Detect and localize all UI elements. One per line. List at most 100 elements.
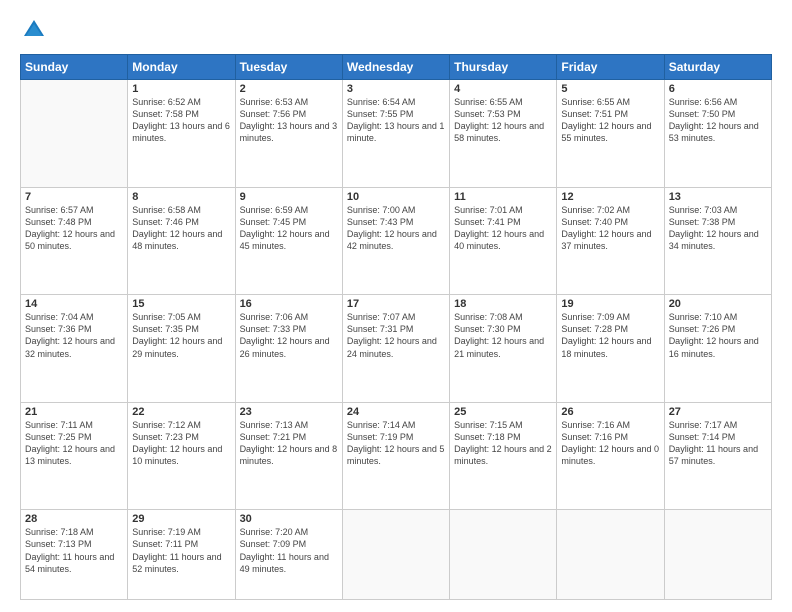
calendar-header-row: SundayMondayTuesdayWednesdayThursdayFrid…: [21, 55, 772, 80]
day-number: 23: [240, 406, 338, 418]
day-number: 27: [669, 406, 767, 418]
day-number: 22: [132, 406, 230, 418]
day-info: Sunrise: 7:15 AMSunset: 7:18 PMDaylight:…: [454, 419, 552, 468]
calendar-cell: 7Sunrise: 6:57 AMSunset: 7:48 PMDaylight…: [21, 187, 128, 295]
calendar-cell: 5Sunrise: 6:55 AMSunset: 7:51 PMDaylight…: [557, 80, 664, 188]
day-info: Sunrise: 7:10 AMSunset: 7:26 PMDaylight:…: [669, 311, 767, 360]
day-number: 16: [240, 298, 338, 310]
calendar-cell: 4Sunrise: 6:55 AMSunset: 7:53 PMDaylight…: [450, 80, 557, 188]
calendar-cell: 29Sunrise: 7:19 AMSunset: 7:11 PMDayligh…: [128, 510, 235, 600]
day-number: 29: [132, 513, 230, 525]
day-info: Sunrise: 7:18 AMSunset: 7:13 PMDaylight:…: [25, 526, 123, 575]
calendar-cell: 2Sunrise: 6:53 AMSunset: 7:56 PMDaylight…: [235, 80, 342, 188]
day-info: Sunrise: 6:53 AMSunset: 7:56 PMDaylight:…: [240, 96, 338, 145]
day-info: Sunrise: 6:59 AMSunset: 7:45 PMDaylight:…: [240, 204, 338, 253]
calendar-cell: 14Sunrise: 7:04 AMSunset: 7:36 PMDayligh…: [21, 295, 128, 403]
day-info: Sunrise: 7:03 AMSunset: 7:38 PMDaylight:…: [669, 204, 767, 253]
page: SundayMondayTuesdayWednesdayThursdayFrid…: [0, 0, 792, 612]
day-info: Sunrise: 7:01 AMSunset: 7:41 PMDaylight:…: [454, 204, 552, 253]
day-info: Sunrise: 6:58 AMSunset: 7:46 PMDaylight:…: [132, 204, 230, 253]
calendar-cell: 22Sunrise: 7:12 AMSunset: 7:23 PMDayligh…: [128, 402, 235, 510]
day-info: Sunrise: 7:20 AMSunset: 7:09 PMDaylight:…: [240, 526, 338, 575]
day-info: Sunrise: 7:06 AMSunset: 7:33 PMDaylight:…: [240, 311, 338, 360]
day-info: Sunrise: 7:12 AMSunset: 7:23 PMDaylight:…: [132, 419, 230, 468]
day-info: Sunrise: 6:55 AMSunset: 7:53 PMDaylight:…: [454, 96, 552, 145]
calendar-header-tuesday: Tuesday: [235, 55, 342, 80]
day-info: Sunrise: 7:04 AMSunset: 7:36 PMDaylight:…: [25, 311, 123, 360]
day-number: 20: [669, 298, 767, 310]
calendar-table: SundayMondayTuesdayWednesdayThursdayFrid…: [20, 54, 772, 600]
day-number: 30: [240, 513, 338, 525]
day-info: Sunrise: 6:54 AMSunset: 7:55 PMDaylight:…: [347, 96, 445, 145]
day-info: Sunrise: 7:00 AMSunset: 7:43 PMDaylight:…: [347, 204, 445, 253]
calendar-header-wednesday: Wednesday: [342, 55, 449, 80]
day-number: 18: [454, 298, 552, 310]
day-info: Sunrise: 7:09 AMSunset: 7:28 PMDaylight:…: [561, 311, 659, 360]
header: [20, 16, 772, 44]
day-info: Sunrise: 7:07 AMSunset: 7:31 PMDaylight:…: [347, 311, 445, 360]
day-number: 13: [669, 191, 767, 203]
day-number: 17: [347, 298, 445, 310]
calendar-cell: 18Sunrise: 7:08 AMSunset: 7:30 PMDayligh…: [450, 295, 557, 403]
calendar-cell: [664, 510, 771, 600]
day-number: 10: [347, 191, 445, 203]
day-info: Sunrise: 7:05 AMSunset: 7:35 PMDaylight:…: [132, 311, 230, 360]
calendar-week-row: 21Sunrise: 7:11 AMSunset: 7:25 PMDayligh…: [21, 402, 772, 510]
day-info: Sunrise: 7:19 AMSunset: 7:11 PMDaylight:…: [132, 526, 230, 575]
day-info: Sunrise: 7:02 AMSunset: 7:40 PMDaylight:…: [561, 204, 659, 253]
calendar-header-monday: Monday: [128, 55, 235, 80]
day-info: Sunrise: 7:17 AMSunset: 7:14 PMDaylight:…: [669, 419, 767, 468]
day-info: Sunrise: 7:13 AMSunset: 7:21 PMDaylight:…: [240, 419, 338, 468]
calendar-cell: 13Sunrise: 7:03 AMSunset: 7:38 PMDayligh…: [664, 187, 771, 295]
calendar-header-friday: Friday: [557, 55, 664, 80]
calendar-cell: 19Sunrise: 7:09 AMSunset: 7:28 PMDayligh…: [557, 295, 664, 403]
day-number: 2: [240, 83, 338, 95]
day-number: 25: [454, 406, 552, 418]
calendar-cell: 1Sunrise: 6:52 AMSunset: 7:58 PMDaylight…: [128, 80, 235, 188]
day-number: 5: [561, 83, 659, 95]
calendar-header-sunday: Sunday: [21, 55, 128, 80]
calendar-cell: 15Sunrise: 7:05 AMSunset: 7:35 PMDayligh…: [128, 295, 235, 403]
calendar-cell: 6Sunrise: 6:56 AMSunset: 7:50 PMDaylight…: [664, 80, 771, 188]
calendar-cell: 17Sunrise: 7:07 AMSunset: 7:31 PMDayligh…: [342, 295, 449, 403]
calendar-cell: 8Sunrise: 6:58 AMSunset: 7:46 PMDaylight…: [128, 187, 235, 295]
day-info: Sunrise: 6:56 AMSunset: 7:50 PMDaylight:…: [669, 96, 767, 145]
calendar-header-saturday: Saturday: [664, 55, 771, 80]
calendar-cell: 12Sunrise: 7:02 AMSunset: 7:40 PMDayligh…: [557, 187, 664, 295]
calendar-header-thursday: Thursday: [450, 55, 557, 80]
calendar-cell: 27Sunrise: 7:17 AMSunset: 7:14 PMDayligh…: [664, 402, 771, 510]
day-info: Sunrise: 6:55 AMSunset: 7:51 PMDaylight:…: [561, 96, 659, 145]
calendar-cell: [342, 510, 449, 600]
calendar-week-row: 14Sunrise: 7:04 AMSunset: 7:36 PMDayligh…: [21, 295, 772, 403]
calendar-cell: 23Sunrise: 7:13 AMSunset: 7:21 PMDayligh…: [235, 402, 342, 510]
calendar-cell: 21Sunrise: 7:11 AMSunset: 7:25 PMDayligh…: [21, 402, 128, 510]
calendar-week-row: 1Sunrise: 6:52 AMSunset: 7:58 PMDaylight…: [21, 80, 772, 188]
day-number: 7: [25, 191, 123, 203]
day-info: Sunrise: 7:08 AMSunset: 7:30 PMDaylight:…: [454, 311, 552, 360]
day-number: 19: [561, 298, 659, 310]
day-number: 4: [454, 83, 552, 95]
day-number: 12: [561, 191, 659, 203]
day-number: 3: [347, 83, 445, 95]
calendar-week-row: 28Sunrise: 7:18 AMSunset: 7:13 PMDayligh…: [21, 510, 772, 600]
calendar-cell: 11Sunrise: 7:01 AMSunset: 7:41 PMDayligh…: [450, 187, 557, 295]
day-info: Sunrise: 7:16 AMSunset: 7:16 PMDaylight:…: [561, 419, 659, 468]
day-info: Sunrise: 7:14 AMSunset: 7:19 PMDaylight:…: [347, 419, 445, 468]
day-number: 1: [132, 83, 230, 95]
calendar-cell: 16Sunrise: 7:06 AMSunset: 7:33 PMDayligh…: [235, 295, 342, 403]
day-number: 8: [132, 191, 230, 203]
calendar-cell: 26Sunrise: 7:16 AMSunset: 7:16 PMDayligh…: [557, 402, 664, 510]
calendar-cell: 28Sunrise: 7:18 AMSunset: 7:13 PMDayligh…: [21, 510, 128, 600]
calendar-cell: 20Sunrise: 7:10 AMSunset: 7:26 PMDayligh…: [664, 295, 771, 403]
calendar-week-row: 7Sunrise: 6:57 AMSunset: 7:48 PMDaylight…: [21, 187, 772, 295]
day-number: 26: [561, 406, 659, 418]
day-number: 6: [669, 83, 767, 95]
calendar-cell: 25Sunrise: 7:15 AMSunset: 7:18 PMDayligh…: [450, 402, 557, 510]
calendar-cell: 10Sunrise: 7:00 AMSunset: 7:43 PMDayligh…: [342, 187, 449, 295]
day-number: 15: [132, 298, 230, 310]
calendar-cell: 9Sunrise: 6:59 AMSunset: 7:45 PMDaylight…: [235, 187, 342, 295]
day-number: 14: [25, 298, 123, 310]
logo-icon: [20, 16, 48, 44]
logo: [20, 16, 52, 44]
day-number: 9: [240, 191, 338, 203]
